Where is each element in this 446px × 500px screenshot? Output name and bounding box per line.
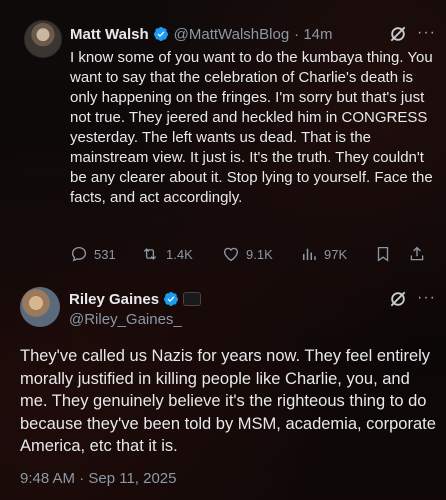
post-timestamp[interactable]: 9:48 AM · Sep 11, 2025: [20, 470, 177, 487]
tweet-text: I know some of you want to do the kumbay…: [70, 49, 433, 206]
tweet-text: They've called us Nazis for years now. T…: [20, 347, 436, 455]
share-icon: [410, 246, 424, 261]
views-icon: [303, 248, 316, 260]
verified-icon: [164, 292, 179, 306]
like-button[interactable]: 9.1K: [222, 245, 273, 263]
repost-icon: [143, 248, 157, 260]
share-button[interactable]: [408, 245, 432, 263]
tweet-header: Riley Gaines: [69, 289, 202, 309]
views-count: 97K: [324, 246, 348, 262]
verified-icon: [153, 27, 168, 41]
grok-icon[interactable]: [388, 289, 408, 309]
views-button[interactable]: 97K: [300, 245, 347, 263]
bookmark-icon: [377, 246, 389, 262]
author-handle[interactable]: @Riley_Gaines_: [69, 311, 182, 328]
tweet-header: Matt Walsh @MattWalshBlog · 14m: [70, 24, 434, 44]
affiliate-badge-icon[interactable]: [183, 292, 202, 306]
like-count: 9.1K: [246, 246, 273, 262]
author-name[interactable]: Matt Walsh: [70, 26, 149, 43]
author-handle[interactable]: @MattWalshBlog: [174, 26, 290, 43]
author-name[interactable]: Riley Gaines: [69, 291, 159, 308]
reply-button[interactable]: 531: [70, 245, 116, 263]
avatar[interactable]: [24, 20, 62, 58]
tweet-actions: 531 1.4K 9.1K 97K: [70, 244, 430, 264]
repost-button[interactable]: 1.4K: [140, 245, 193, 263]
more-icon[interactable]: ···: [417, 24, 436, 42]
reply-count: 531: [94, 246, 116, 262]
like-icon: [223, 247, 239, 262]
grok-icon[interactable]: [388, 24, 408, 44]
post-time[interactable]: · 14m: [294, 26, 332, 43]
avatar[interactable]: [20, 287, 60, 327]
bookmark-button[interactable]: [374, 245, 398, 263]
tweet-riley-gaines[interactable]: Riley Gaines @Riley_Gaines_ ··· They've …: [0, 275, 446, 500]
tweet-matt-walsh[interactable]: Matt Walsh @MattWalshBlog · 14m ··· I kn…: [0, 0, 446, 275]
reply-icon: [71, 246, 87, 262]
more-icon[interactable]: ···: [417, 289, 436, 307]
repost-count: 1.4K: [166, 246, 193, 262]
